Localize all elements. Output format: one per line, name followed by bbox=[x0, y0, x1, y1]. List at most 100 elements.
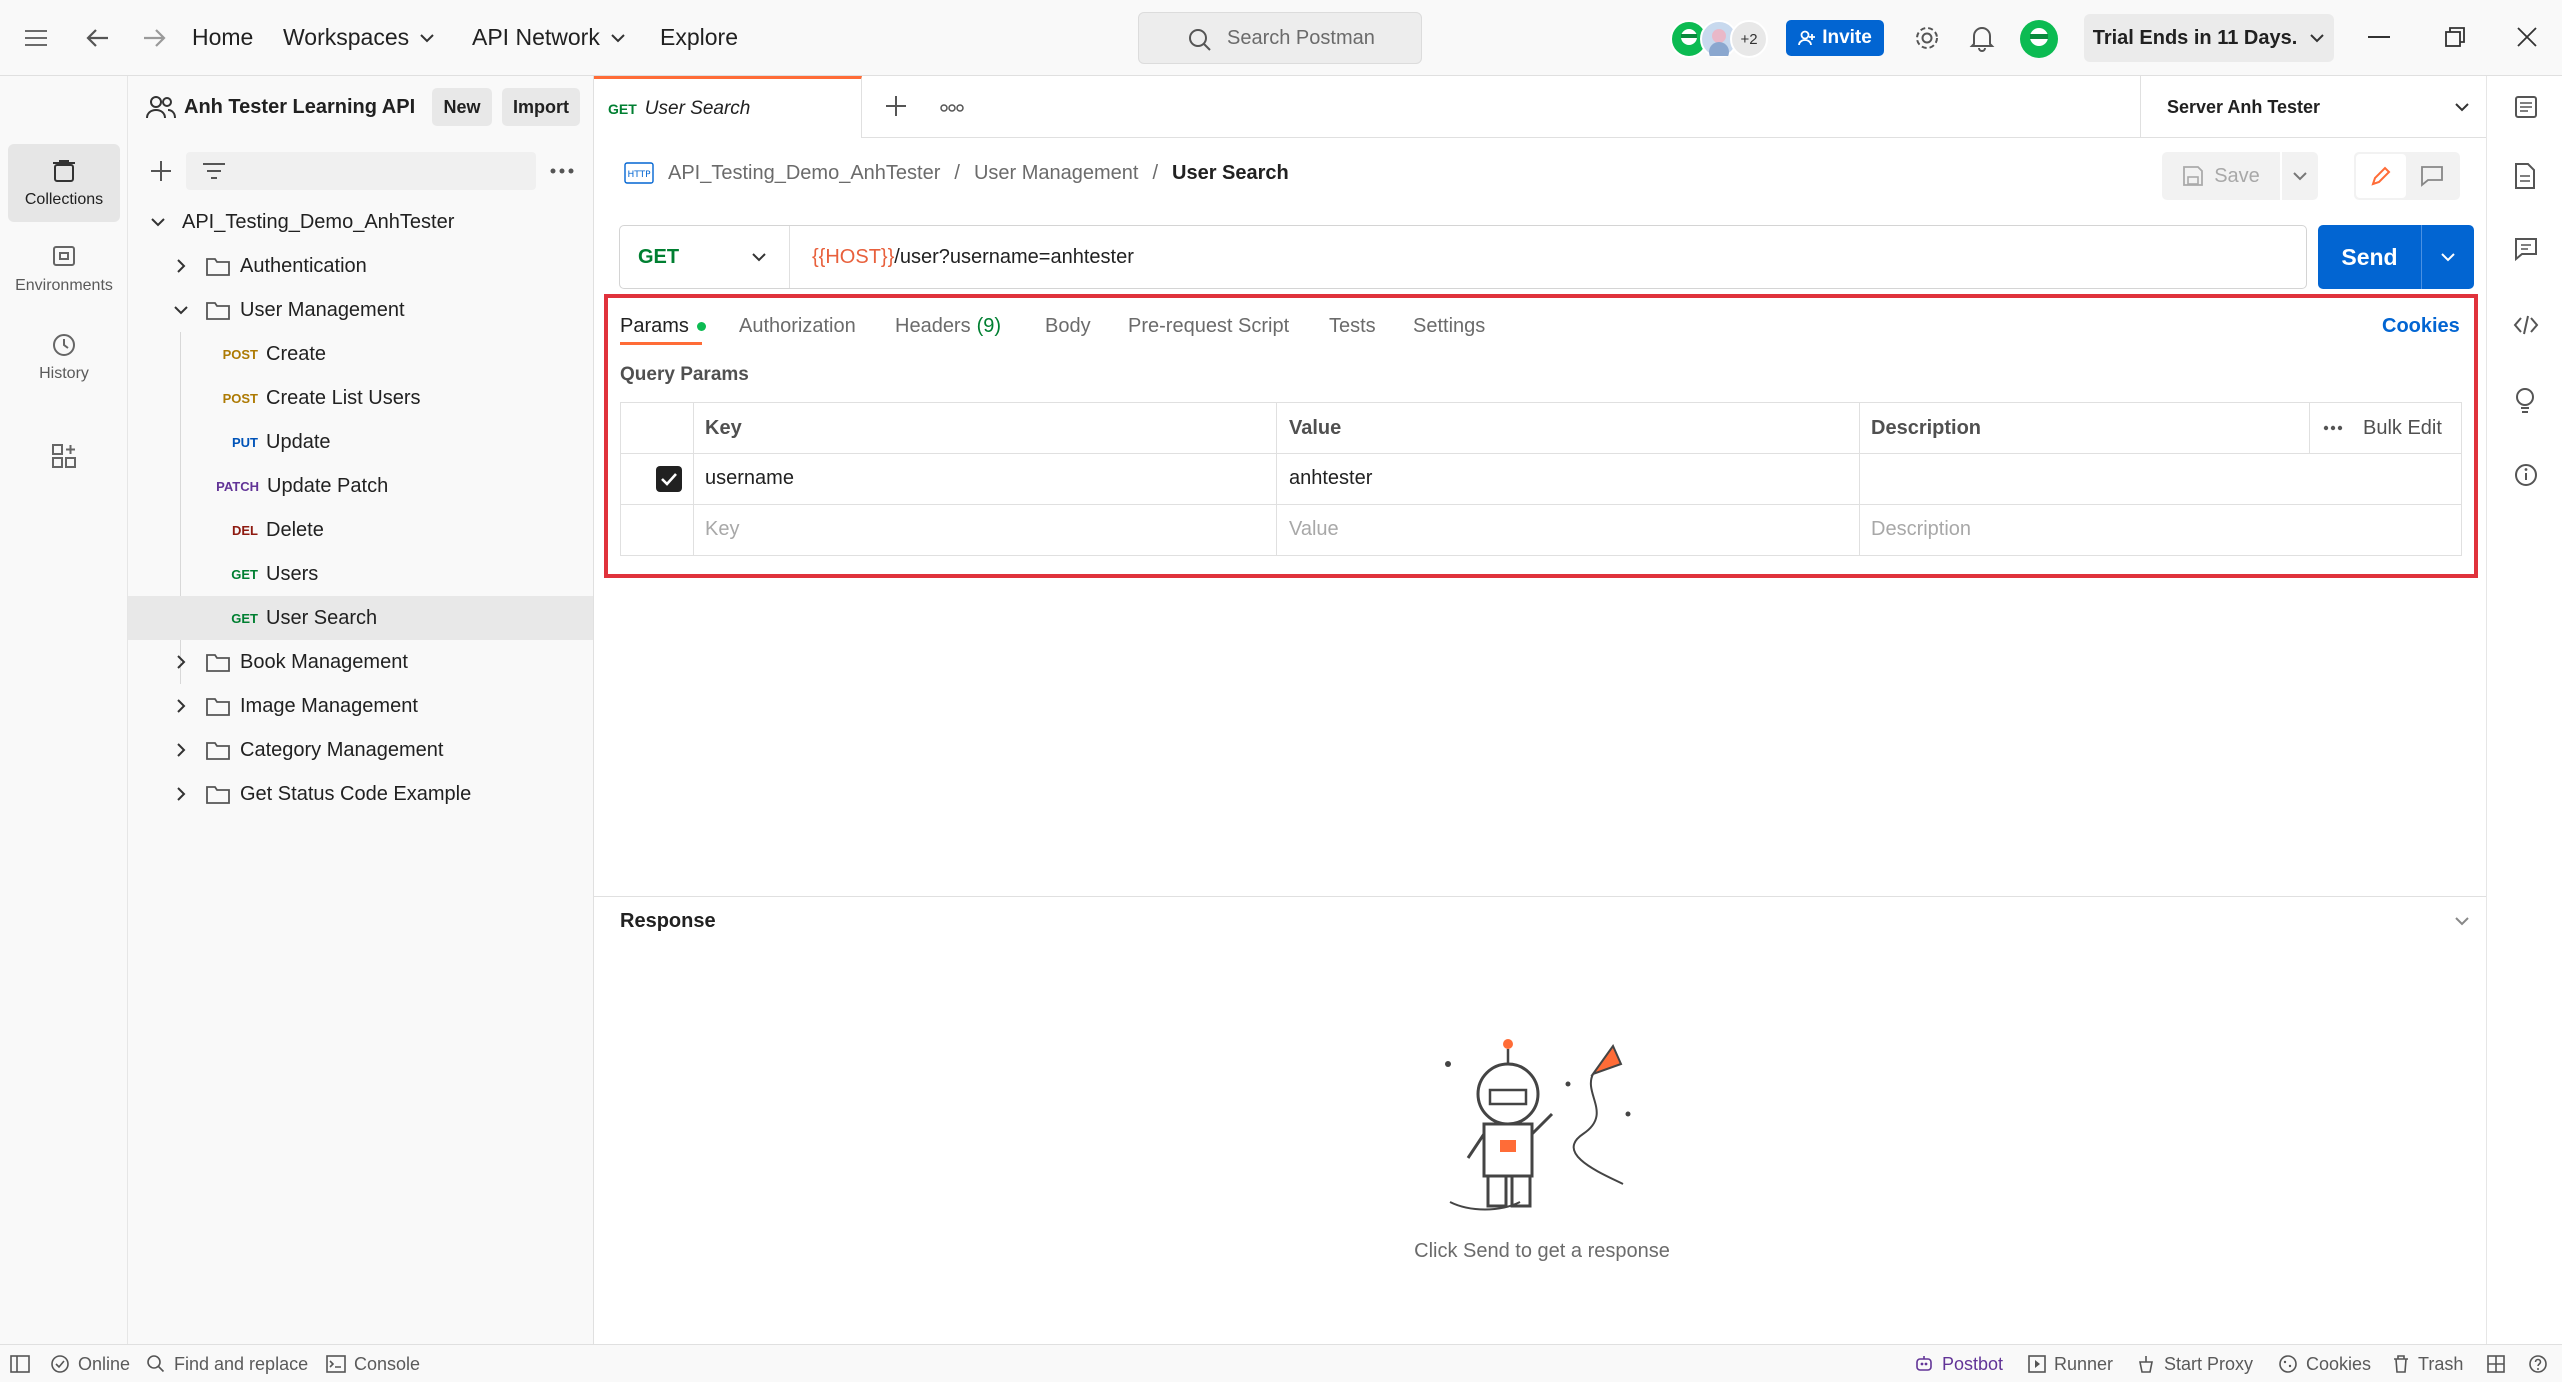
environment-quick-look-icon[interactable] bbox=[2513, 94, 2539, 120]
rail-item-history[interactable]: History bbox=[8, 318, 120, 396]
cookies-button[interactable]: Cookies bbox=[2278, 1345, 2371, 1382]
notification-bell-icon[interactable] bbox=[1969, 24, 1995, 52]
request-name: Update bbox=[266, 430, 331, 453]
folder-icon bbox=[206, 302, 230, 320]
minimize-icon[interactable] bbox=[2368, 36, 2390, 38]
start-proxy-button[interactable]: Start Proxy bbox=[2136, 1345, 2253, 1382]
request-row[interactable]: PATCH Update Patch bbox=[128, 464, 593, 508]
comment-mode-button[interactable] bbox=[2406, 154, 2458, 198]
folder-icon bbox=[206, 742, 230, 760]
lightbulb-icon[interactable] bbox=[2513, 386, 2537, 416]
rail-item-collections[interactable]: Collections bbox=[8, 144, 120, 222]
toggle-sidebar-icon[interactable] bbox=[10, 1345, 30, 1382]
runner-button[interactable]: Runner bbox=[2028, 1345, 2113, 1382]
online-status[interactable]: Online bbox=[50, 1345, 130, 1382]
add-apps-grid-icon[interactable] bbox=[50, 442, 78, 470]
environment-selector[interactable]: Server Anh Tester bbox=[2140, 76, 2486, 138]
menu-icon[interactable] bbox=[22, 26, 50, 50]
find-replace-button[interactable]: Find and replace bbox=[146, 1345, 308, 1382]
add-icon[interactable] bbox=[148, 158, 174, 184]
settings-gear-icon[interactable] bbox=[1913, 24, 1941, 52]
tab-options-icon[interactable] bbox=[940, 104, 964, 112]
nav-home[interactable]: Home bbox=[192, 24, 253, 51]
top-bar: Home Workspaces API Network Explore Sear… bbox=[0, 0, 2562, 76]
info-icon[interactable] bbox=[2513, 462, 2539, 488]
code-icon[interactable] bbox=[2513, 314, 2539, 336]
folder-row[interactable]: Book Management bbox=[128, 640, 593, 684]
trash-icon bbox=[2394, 1355, 2408, 1373]
console-icon bbox=[326, 1355, 346, 1373]
trash-button[interactable]: Trash bbox=[2392, 1345, 2463, 1382]
nav-workspaces-label: Workspaces bbox=[283, 24, 410, 50]
save-button[interactable]: Save bbox=[2162, 152, 2280, 200]
chevron-down-icon bbox=[2455, 103, 2469, 112]
response-collapse-chevron-icon[interactable] bbox=[2454, 916, 2470, 926]
forward-arrow-icon[interactable] bbox=[140, 24, 168, 52]
method-badge: DEL bbox=[232, 522, 258, 538]
collection-row[interactable]: API_Testing_Demo_AnhTester bbox=[128, 200, 593, 244]
nav-workspaces[interactable]: Workspaces bbox=[283, 24, 435, 51]
rail-item-environments[interactable]: Environments bbox=[8, 230, 120, 308]
tab-user-search[interactable]: GET User Search bbox=[594, 76, 862, 138]
right-context-rail bbox=[2486, 76, 2562, 1344]
folder-name: Authentication bbox=[240, 254, 367, 277]
add-user-icon bbox=[1798, 30, 1816, 46]
close-icon[interactable] bbox=[2516, 26, 2538, 48]
new-tab-plus-icon[interactable] bbox=[884, 94, 908, 118]
folder-row-authentication[interactable]: Authentication bbox=[128, 244, 593, 288]
edit-mode-button[interactable] bbox=[2356, 154, 2406, 198]
invite-button[interactable]: Invite bbox=[1786, 20, 1884, 56]
method-selector[interactable]: GET bbox=[620, 226, 790, 288]
request-row[interactable]: POST Create bbox=[128, 332, 593, 376]
layout-toggle-icon[interactable] bbox=[2486, 1345, 2506, 1382]
view-mode-toggle bbox=[2354, 152, 2460, 200]
folder-row-user-management[interactable]: User Management bbox=[128, 288, 593, 332]
svg-text:HTTP: HTTP bbox=[627, 170, 651, 180]
user-avatar[interactable] bbox=[2020, 20, 2058, 58]
avatar-count-badge[interactable]: +2 bbox=[1730, 20, 1768, 58]
more-options-icon[interactable] bbox=[550, 168, 574, 174]
breadcrumb-folder[interactable]: User Management bbox=[974, 162, 1139, 185]
new-button[interactable]: New bbox=[432, 88, 492, 126]
nav-api-network[interactable]: API Network bbox=[472, 24, 626, 51]
restore-icon[interactable] bbox=[2444, 26, 2466, 48]
request-row-selected[interactable]: GET User Search bbox=[128, 596, 593, 640]
console-button[interactable]: Console bbox=[326, 1345, 420, 1382]
chevron-down-icon bbox=[2293, 172, 2307, 181]
method-label: GET bbox=[638, 245, 680, 268]
breadcrumb-collection[interactable]: API_Testing_Demo_AnhTester bbox=[668, 162, 940, 185]
folder-row[interactable]: Category Management bbox=[128, 728, 593, 772]
astronaut-illustration bbox=[1428, 1034, 1658, 1218]
proxy-icon bbox=[2139, 1356, 2153, 1373]
documentation-icon[interactable] bbox=[2513, 162, 2537, 190]
request-row[interactable]: POST Create List Users bbox=[128, 376, 593, 420]
chevron-right-icon bbox=[177, 259, 186, 273]
send-button[interactable]: Send bbox=[2318, 225, 2422, 289]
search-input[interactable]: Search Postman bbox=[1138, 12, 1422, 64]
save-disk-icon bbox=[2183, 166, 2204, 186]
folder-row[interactable]: Image Management bbox=[128, 684, 593, 728]
request-row[interactable]: DEL Delete bbox=[128, 508, 593, 552]
send-options-dropdown[interactable] bbox=[2422, 225, 2474, 289]
folder-name: Category Management bbox=[240, 738, 444, 761]
find-replace-label: Find and replace bbox=[174, 1353, 309, 1374]
save-options-dropdown[interactable] bbox=[2282, 152, 2318, 200]
filter-input[interactable] bbox=[186, 152, 536, 190]
back-arrow-icon[interactable] bbox=[84, 24, 112, 52]
nav-explore[interactable]: Explore bbox=[660, 24, 738, 51]
trial-dropdown[interactable]: Trial Ends in 11 Days. bbox=[2084, 14, 2334, 62]
status-bar: Online Find and replace Console Postbot … bbox=[0, 1344, 2562, 1382]
request-row[interactable]: GET Users bbox=[128, 552, 593, 596]
help-icon[interactable] bbox=[2528, 1345, 2548, 1382]
request-name: Create List Users bbox=[266, 386, 421, 409]
start-proxy-label: Start Proxy bbox=[2164, 1353, 2254, 1374]
request-name: Users bbox=[266, 562, 319, 585]
url-input[interactable]: {{HOST}} /user?username=anhtester bbox=[812, 226, 1134, 288]
breadcrumb-separator: / bbox=[1152, 161, 1159, 184]
environment-label: Server Anh Tester bbox=[2167, 96, 2321, 117]
folder-row[interactable]: Get Status Code Example bbox=[128, 772, 593, 816]
request-row[interactable]: PUT Update bbox=[128, 420, 593, 464]
postbot-button[interactable]: Postbot bbox=[1914, 1345, 2003, 1382]
import-button[interactable]: Import bbox=[502, 88, 580, 126]
comments-icon[interactable] bbox=[2513, 236, 2539, 262]
